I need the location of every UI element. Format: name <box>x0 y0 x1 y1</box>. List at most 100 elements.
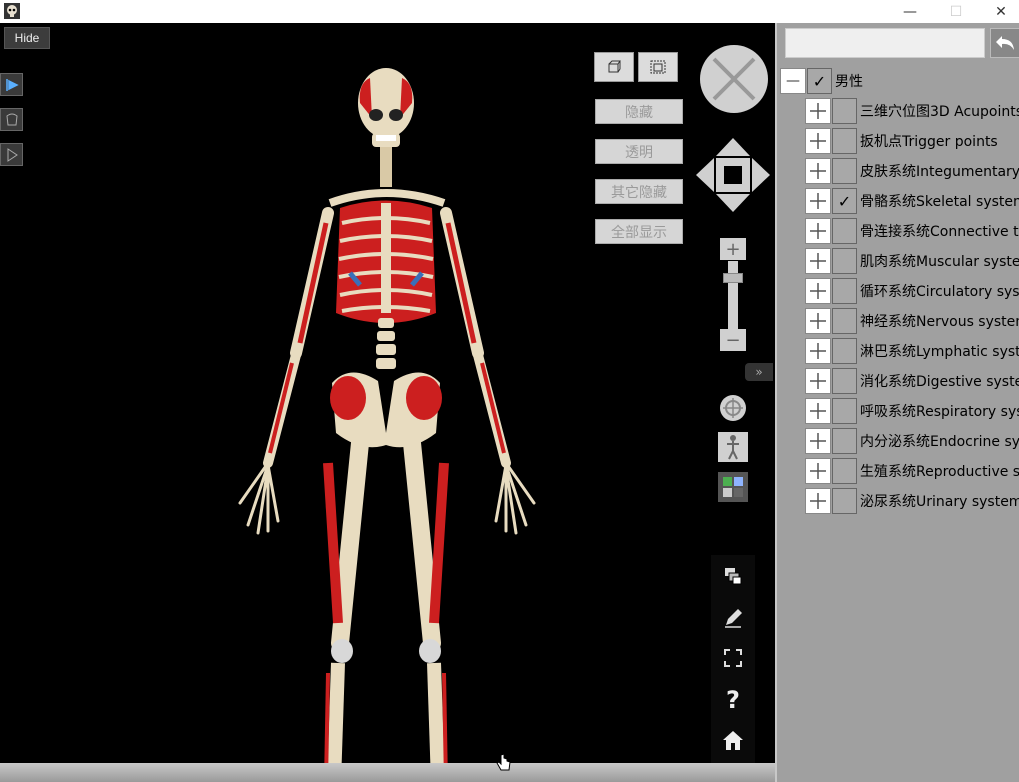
home-icon[interactable] <box>718 725 748 755</box>
tree-item-checkbox[interactable] <box>832 368 857 394</box>
tree-item-checkbox[interactable] <box>832 218 857 244</box>
tree-item-checkbox[interactable] <box>832 458 857 484</box>
tree-expand-toggle[interactable] <box>805 488 831 514</box>
tree-item[interactable]: 三维穴位图3D Acupoints <box>805 98 1019 124</box>
tree-expand-toggle[interactable] <box>805 98 831 124</box>
tree-root-checkbox[interactable]: ✓ <box>807 68 832 94</box>
plus-icon <box>810 283 826 299</box>
checkmark-icon: ✓ <box>837 191 852 211</box>
tree-expand-toggle[interactable] <box>805 308 831 334</box>
tree-item-label: 泌尿系统Urinary system <box>860 494 1019 510</box>
zoom-in-button[interactable]: + <box>720 238 746 260</box>
layers-stack-icon[interactable] <box>718 561 748 591</box>
tree-item-checkbox[interactable] <box>832 278 857 304</box>
tree-item[interactable]: 内分泌系统Endocrine system <box>805 428 1019 454</box>
tree-expand-toggle[interactable] <box>805 278 831 304</box>
plus-icon <box>810 433 826 449</box>
rotate-center-icon[interactable] <box>718 393 748 423</box>
zoom-out-button[interactable]: − <box>720 329 746 351</box>
zoom-slider-track[interactable] <box>728 261 738 329</box>
play-tool-icon[interactable] <box>0 143 23 166</box>
tree-expand-toggle[interactable] <box>805 158 831 184</box>
tree-item-checkbox[interactable] <box>832 398 857 424</box>
minus-icon: — <box>786 73 800 89</box>
plus-icon <box>810 313 826 329</box>
tree-item-label: 呼吸系统Respiratory system <box>860 404 1019 420</box>
tree-item-label: 皮肤系统Integumentary system <box>860 164 1019 180</box>
tree-expand-toggle[interactable] <box>805 458 831 484</box>
tree-item-checkbox[interactable] <box>832 308 857 334</box>
tree-item-checkbox[interactable] <box>832 428 857 454</box>
tree-item[interactable]: 扳机点Trigger points <box>805 128 998 154</box>
plus-icon <box>810 403 826 419</box>
plus-icon <box>810 223 826 239</box>
minimize-button[interactable]: — <box>887 0 933 23</box>
viewport-3d[interactable]: Hide 隐藏 透明 其它隐藏 全部显示 + − » ? <box>0 23 775 782</box>
tree-expand-toggle[interactable] <box>805 398 831 424</box>
hand-cursor-icon <box>496 753 511 771</box>
tree-expand-toggle[interactable] <box>805 188 831 214</box>
tree-item-checkbox[interactable] <box>832 98 857 124</box>
tree-item[interactable]: 淋巴系统Lymphatic system <box>805 338 1019 364</box>
tree-item[interactable]: 皮肤系统Integumentary system <box>805 158 1019 184</box>
plus-icon <box>810 463 826 479</box>
bottom-scroll-bar[interactable] <box>0 763 775 782</box>
maximize-button[interactable]: ☐ <box>933 0 979 23</box>
tree-item-checkbox[interactable] <box>832 338 857 364</box>
hide-others-button[interactable]: 其它隐藏 <box>595 179 683 204</box>
utility-toolbar: ? <box>711 555 755 763</box>
plus-icon <box>810 193 826 209</box>
single-view-button[interactable] <box>594 52 634 82</box>
tree-collapse-toggle[interactable]: — <box>780 68 806 94</box>
search-input[interactable] <box>785 28 985 58</box>
tree-item-label: 循环系统Circulatory system <box>860 284 1019 300</box>
close-button[interactable]: ✕ <box>978 0 1019 23</box>
plus-icon <box>810 103 826 119</box>
tree-expand-toggle[interactable] <box>805 368 831 394</box>
tree-root-male[interactable]: — ✓ 男性 <box>780 68 863 94</box>
multi-view-button[interactable] <box>638 52 678 82</box>
hide-button[interactable]: 隐藏 <box>595 99 683 124</box>
rotate-joystick-icon[interactable] <box>698 43 770 115</box>
tree-item-checkbox[interactable] <box>832 128 857 154</box>
tree-item-checkbox[interactable]: ✓ <box>832 188 857 214</box>
pan-dpad-icon[interactable] <box>694 136 772 214</box>
tree-item[interactable]: 循环系统Circulatory system <box>805 278 1019 304</box>
transparent-button[interactable]: 透明 <box>595 139 683 164</box>
plus-icon <box>810 163 826 179</box>
tree-item-checkbox[interactable] <box>832 248 857 274</box>
tree-item-checkbox[interactable] <box>832 158 857 184</box>
tree-expand-toggle[interactable] <box>805 218 831 244</box>
skeleton-model[interactable] <box>200 63 570 782</box>
tree-item-label: 骨连接系统Connective tissue <box>860 224 1019 240</box>
plus-icon <box>810 253 826 269</box>
back-button[interactable] <box>990 28 1019 58</box>
fullscreen-icon[interactable] <box>718 643 748 673</box>
collapse-panel-button[interactable]: » <box>745 363 773 381</box>
tree-expand-toggle[interactable] <box>805 248 831 274</box>
tree-item[interactable]: 神经系统Nervous system <box>805 308 1019 334</box>
tree-expand-toggle[interactable] <box>805 128 831 154</box>
help-icon[interactable]: ? <box>718 685 748 715</box>
color-layers-icon[interactable] <box>718 472 748 502</box>
select-tool-icon[interactable] <box>0 73 23 96</box>
tree-expand-toggle[interactable] <box>805 338 831 364</box>
pencil-icon[interactable] <box>718 603 748 633</box>
body-part-tool-icon[interactable] <box>0 108 23 131</box>
tree-item-label: 淋巴系统Lymphatic system <box>860 344 1019 360</box>
tree-item[interactable]: 生殖系统Reproductive system <box>805 458 1019 484</box>
tree-item[interactable]: 消化系统Digestive system <box>805 368 1019 394</box>
hide-toggle-button[interactable]: Hide <box>4 27 50 49</box>
zoom-slider-handle[interactable] <box>723 273 743 283</box>
tree-item[interactable]: 泌尿系统Urinary system <box>805 488 1019 514</box>
tree-item[interactable]: 呼吸系统Respiratory system <box>805 398 1019 424</box>
body-figure-icon[interactable] <box>718 432 748 462</box>
tree-item[interactable]: 骨连接系统Connective tissue <box>805 218 1019 244</box>
checkmark-icon: ✓ <box>812 71 827 91</box>
tree-item[interactable]: ✓ 骨骼系统Skeletal system <box>805 188 1019 214</box>
tree-expand-toggle[interactable] <box>805 428 831 454</box>
tree-item-checkbox[interactable] <box>832 488 857 514</box>
tree-item[interactable]: 肌肉系统Muscular system <box>805 248 1019 274</box>
show-all-button[interactable]: 全部显示 <box>595 219 683 244</box>
plus-icon <box>810 343 826 359</box>
